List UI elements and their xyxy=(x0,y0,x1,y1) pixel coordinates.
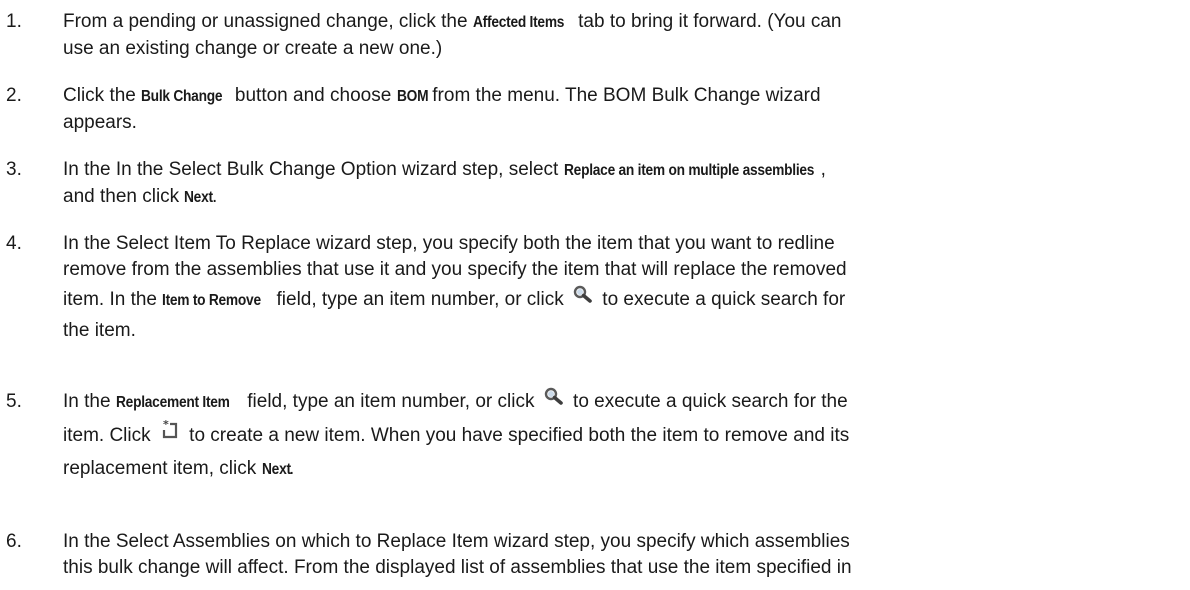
step-text: From a pending or unassigned change, cli… xyxy=(63,11,842,59)
step-number: 6. xyxy=(6,531,22,552)
ui-term-replace-option: Replace an item on multiple assemblies xyxy=(563,162,814,179)
search-icon xyxy=(573,285,593,303)
step-text: In the Replacement Item field, type an i… xyxy=(63,387,1178,483)
ui-term-bom: BOM xyxy=(396,88,429,105)
ui-term-bulk-change: Bulk Change xyxy=(141,88,223,105)
step-text: In the Select Item To Replace wizard ste… xyxy=(63,233,847,341)
step-text: In the In the Select Bulk Change Option … xyxy=(63,157,1178,211)
step-number: 3. xyxy=(6,159,22,180)
ui-term-item-to-remove: Item to Remove xyxy=(162,292,262,309)
step-text: Click the Bulk Change button and choose … xyxy=(63,85,821,133)
ui-term-affected-items: Affected Items xyxy=(472,14,565,31)
search-icon xyxy=(544,387,564,405)
step-text: In the Select Assemblies on which to Rep… xyxy=(63,531,852,578)
ui-term-next: Next xyxy=(184,189,214,206)
new-item-icon: * xyxy=(160,419,180,441)
svg-text:*: * xyxy=(163,419,169,431)
step-number: 1. xyxy=(6,11,22,32)
ui-term-replacement-item: Replacement Item xyxy=(115,394,230,411)
ui-term-next: Next xyxy=(261,461,291,478)
step-number: 4. xyxy=(6,233,22,254)
step-number: 5. xyxy=(6,391,22,412)
step-number: 2. xyxy=(6,85,22,106)
